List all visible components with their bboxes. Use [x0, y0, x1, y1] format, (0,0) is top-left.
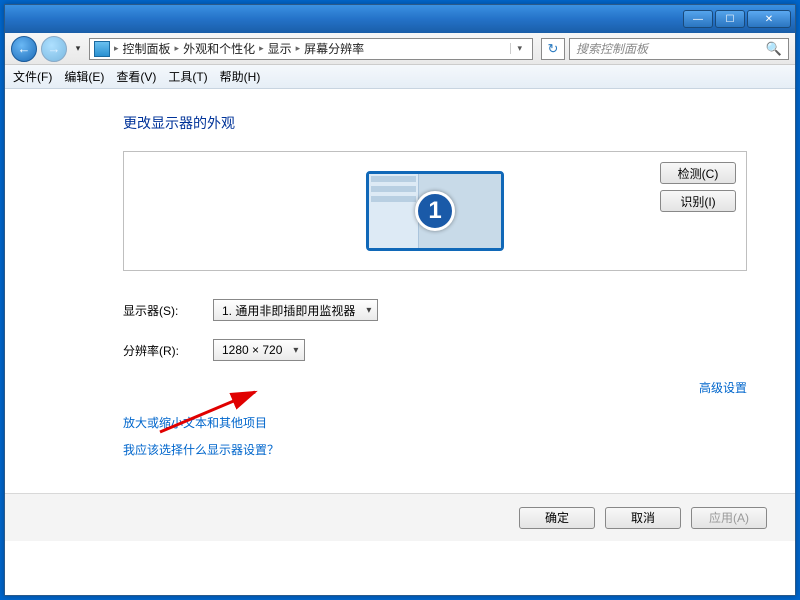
menu-bar: 文件(F) 编辑(E) 查看(V) 工具(T) 帮助(H)	[5, 65, 795, 89]
ok-button[interactable]: 确定	[519, 507, 595, 529]
apply-button[interactable]: 应用(A)	[691, 507, 767, 529]
breadcrumb-item[interactable]: 控制面板	[123, 40, 171, 57]
refresh-button[interactable]: ↻	[541, 38, 565, 60]
page-heading: 更改显示器的外观	[123, 113, 747, 133]
display-label: 显示器(S):	[123, 302, 193, 319]
text-size-link[interactable]: 放大或缩小文本和其他项目	[123, 414, 747, 431]
menu-file[interactable]: 文件(F)	[13, 68, 52, 85]
menu-tools[interactable]: 工具(T)	[168, 68, 207, 85]
minimize-button[interactable]: —	[683, 10, 713, 28]
content-area: 更改显示器的外观 1 检测(C) 识别(I) 显示器(S): 1. 通用非即插即…	[5, 89, 795, 529]
advanced-settings-link[interactable]: 高级设置	[699, 381, 747, 395]
address-bar[interactable]: ▸ 控制面板 ▸ 外观和个性化 ▸ 显示 ▸ 屏幕分辨率 ▾	[89, 38, 533, 60]
control-panel-window: — ☐ ✕ ← → ▾ ▸ 控制面板 ▸ 外观和个性化 ▸ 显示 ▸ 屏幕分辨率…	[4, 4, 796, 596]
breadcrumb-item[interactable]: 外观和个性化	[183, 40, 255, 57]
resolution-select[interactable]: 1280 × 720	[213, 339, 305, 361]
monitor-screen-left	[369, 174, 419, 248]
dialog-footer: 确定 取消 应用(A)	[5, 493, 795, 541]
identify-button[interactable]: 识别(I)	[660, 190, 736, 212]
nav-back-button[interactable]: ←	[11, 36, 37, 62]
display-select[interactable]: 1. 通用非即插即用监视器	[213, 299, 378, 321]
resolution-select-value: 1280 × 720	[222, 343, 282, 357]
address-dropdown-icon[interactable]: ▾	[510, 43, 528, 54]
cancel-button[interactable]: 取消	[605, 507, 681, 529]
which-settings-link[interactable]: 我应该选择什么显示器设置？	[123, 441, 747, 458]
search-icon: 🔍	[766, 41, 782, 57]
monitor-preview[interactable]: 1	[366, 171, 504, 251]
breadcrumb-sep-icon: ▸	[175, 43, 180, 54]
breadcrumb-item[interactable]: 屏幕分辨率	[304, 40, 364, 57]
menu-help[interactable]: 帮助(H)	[220, 68, 261, 85]
nav-forward-button[interactable]: →	[41, 36, 67, 62]
nav-history-chevron-icon[interactable]: ▾	[71, 43, 85, 54]
navigation-bar: ← → ▾ ▸ 控制面板 ▸ 外观和个性化 ▸ 显示 ▸ 屏幕分辨率 ▾ ↻ 搜…	[5, 33, 795, 65]
breadcrumb-item[interactable]: 显示	[268, 40, 292, 57]
breadcrumb-sep-icon: ▸	[296, 43, 301, 54]
display-select-value: 1. 通用非即插即用监视器	[222, 302, 355, 319]
monitor-number-badge: 1	[415, 191, 455, 231]
menu-edit[interactable]: 编辑(E)	[64, 68, 104, 85]
window-titlebar: — ☐ ✕	[5, 5, 795, 33]
search-input[interactable]: 搜索控制面板 🔍	[569, 38, 789, 60]
close-button[interactable]: ✕	[747, 10, 791, 28]
refresh-icon: ↻	[548, 41, 559, 57]
detect-button[interactable]: 检测(C)	[660, 162, 736, 184]
display-preview-box: 1 检测(C) 识别(I)	[123, 151, 747, 271]
breadcrumb-sep-icon: ▸	[114, 43, 119, 54]
search-placeholder: 搜索控制面板	[576, 40, 648, 57]
breadcrumb-sep-icon: ▸	[259, 43, 264, 54]
menu-view[interactable]: 查看(V)	[116, 68, 156, 85]
resolution-label: 分辨率(R):	[123, 342, 193, 359]
control-panel-icon	[94, 41, 110, 57]
maximize-button[interactable]: ☐	[715, 10, 745, 28]
